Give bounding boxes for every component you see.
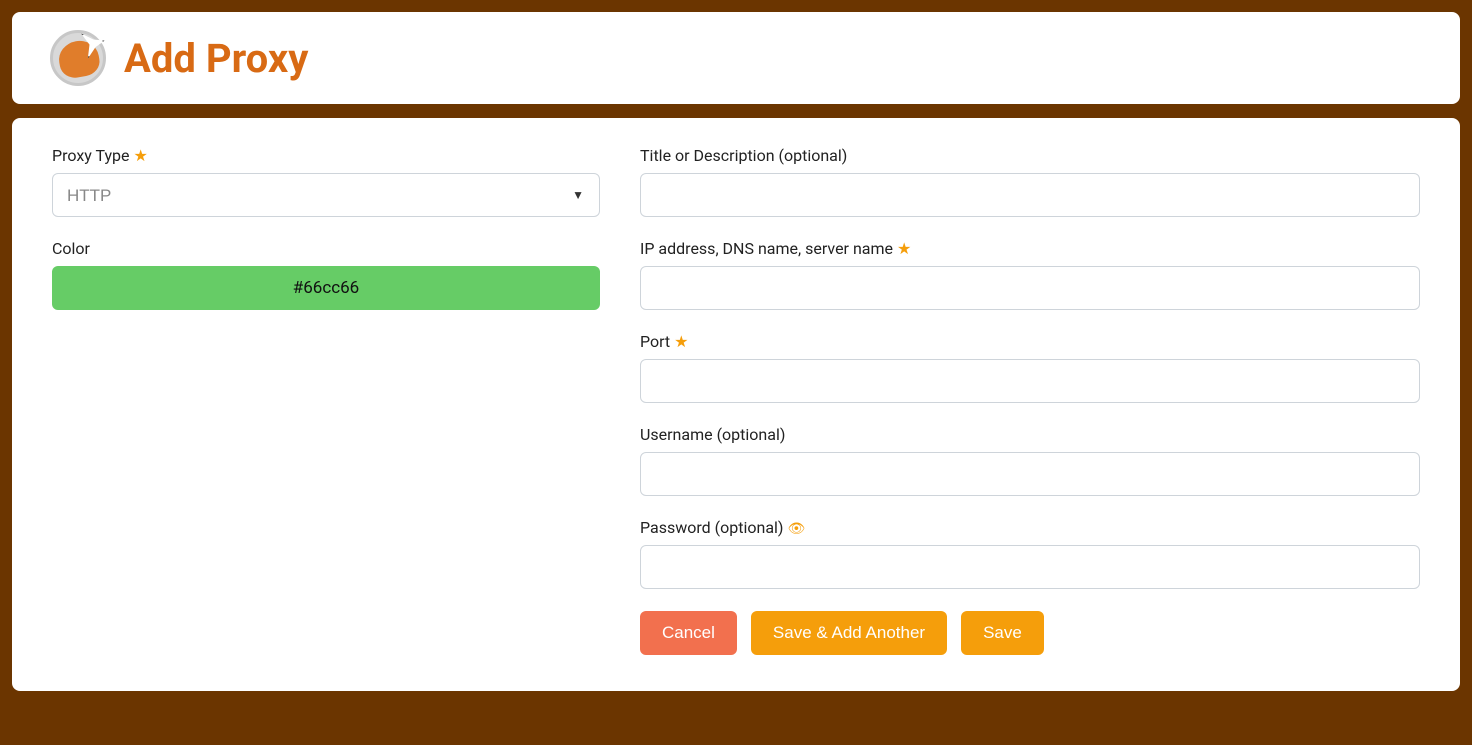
password-label: Password (optional) 👁	[640, 518, 1420, 537]
color-value-text: #66cc66	[293, 278, 359, 298]
required-star-icon: ★	[674, 332, 688, 351]
title-field: Title or Description (optional)	[640, 146, 1420, 217]
address-input[interactable]	[640, 266, 1420, 310]
port-field: Port ★	[640, 332, 1420, 403]
button-row: Cancel Save & Add Another Save	[640, 611, 1420, 655]
password-field: Password (optional) 👁	[640, 518, 1420, 589]
username-label: Username (optional)	[640, 425, 1420, 444]
address-label: IP address, DNS name, server name ★	[640, 239, 1420, 258]
username-input[interactable]	[640, 452, 1420, 496]
page-title: Add Proxy	[124, 35, 308, 82]
required-star-icon: ★	[897, 239, 911, 258]
address-label-text: IP address, DNS name, server name	[640, 239, 893, 258]
proxy-type-label: Proxy Type ★	[52, 146, 600, 165]
title-label: Title or Description (optional)	[640, 146, 1420, 165]
proxy-type-select-wrap: HTTP ▼	[52, 173, 600, 217]
cancel-button[interactable]: Cancel	[640, 611, 737, 655]
header-card: Add Proxy	[12, 12, 1460, 104]
proxy-type-label-text: Proxy Type	[52, 146, 130, 165]
port-input[interactable]	[640, 359, 1420, 403]
password-input[interactable]	[640, 545, 1420, 589]
color-swatch-button[interactable]: #66cc66	[52, 266, 600, 310]
password-label-text: Password (optional)	[640, 518, 783, 537]
address-field: IP address, DNS name, server name ★	[640, 239, 1420, 310]
left-column: Proxy Type ★ HTTP ▼ Color #66cc66	[52, 146, 600, 655]
eye-icon[interactable]: 👁	[787, 521, 805, 537]
foxyproxy-logo-icon	[50, 30, 106, 86]
form-card: Proxy Type ★ HTTP ▼ Color #66cc66 Title …	[12, 118, 1460, 691]
save-add-another-button[interactable]: Save & Add Another	[751, 611, 947, 655]
color-field: Color #66cc66	[52, 239, 600, 310]
right-column: Title or Description (optional) IP addre…	[640, 146, 1420, 655]
proxy-type-field: Proxy Type ★ HTTP ▼	[52, 146, 600, 217]
port-label: Port ★	[640, 332, 1420, 351]
proxy-type-select[interactable]: HTTP	[52, 173, 600, 217]
required-star-icon: ★	[133, 146, 147, 165]
color-label: Color	[52, 239, 600, 258]
username-field: Username (optional)	[640, 425, 1420, 496]
port-label-text: Port	[640, 332, 670, 351]
title-input[interactable]	[640, 173, 1420, 217]
save-button[interactable]: Save	[961, 611, 1044, 655]
